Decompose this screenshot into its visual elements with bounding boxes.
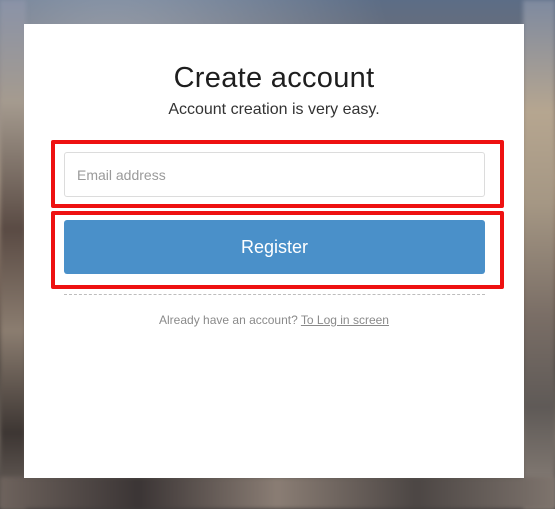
login-link[interactable]: To Log in screen <box>301 313 389 327</box>
login-prompt-text: Already have an account? <box>159 313 301 327</box>
register-button[interactable]: Register <box>64 220 485 274</box>
page-subtitle: Account creation is very easy. <box>168 101 380 118</box>
divider <box>64 294 485 295</box>
page-title: Create account <box>173 62 375 94</box>
login-prompt-line: Already have an account? To Log in scree… <box>24 313 524 327</box>
background-right <box>523 0 555 509</box>
background-left <box>0 0 26 509</box>
email-field[interactable] <box>64 152 485 197</box>
background-bottom <box>0 477 555 509</box>
create-account-card: Create account Account creation is very … <box>24 24 524 478</box>
